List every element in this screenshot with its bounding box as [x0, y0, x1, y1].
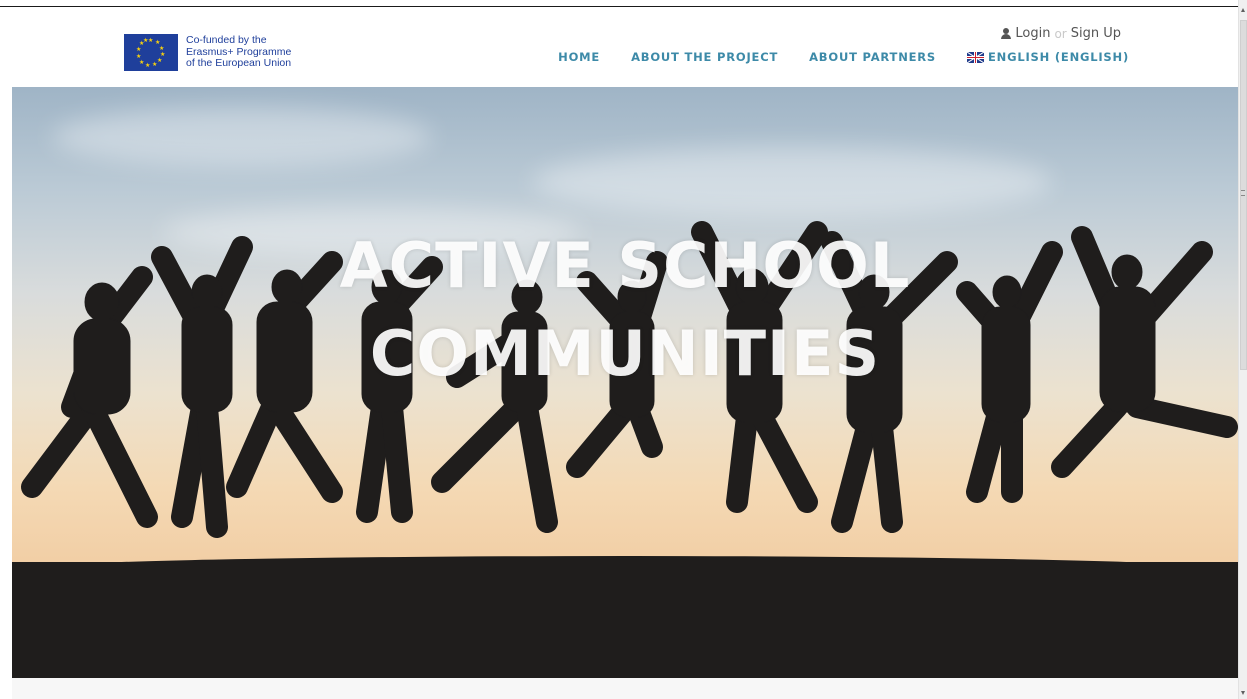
scrollbar-grip-icon — [1241, 190, 1245, 196]
nav-item-label: ABOUT THE PROJECT — [631, 50, 779, 64]
erasmus-logo[interactable]: ★ ★ ★ ★ ★ ★ ★ ★ ★ ★ ★ ★ Co-funded by the… — [124, 34, 291, 71]
uk-flag-icon — [967, 51, 985, 63]
ground — [12, 562, 1238, 678]
nav-item-label: ABOUT PARTNERS — [809, 50, 937, 64]
or-separator: or — [1054, 26, 1067, 41]
auth-links: Login or Sign Up — [1001, 26, 1121, 41]
nav-item-language[interactable]: ENGLISH (ENGLISH) — [967, 50, 1129, 64]
login-link[interactable]: Login — [1015, 26, 1050, 41]
eu-flag-icon: ★ ★ ★ ★ ★ ★ ★ ★ ★ ★ ★ ★ — [124, 34, 178, 71]
logo-line-3: of the European Union — [186, 57, 292, 70]
hero-title-line-2: COMMUNITIES — [369, 317, 881, 390]
nav-item-home[interactable]: HOME — [558, 50, 600, 64]
hero-banner: ACTIVE SCHOOL COMMUNITIES — [12, 87, 1238, 678]
nav-item-label: HOME — [558, 50, 601, 64]
nav-item-about-partners[interactable]: ABOUT PARTNERS — [809, 50, 936, 64]
user-icon — [1001, 28, 1012, 39]
signup-link[interactable]: Sign Up — [1071, 26, 1121, 41]
main-nav: HOME ABOUT THE PROJECT ABOUT PARTNERS EN… — [558, 50, 1129, 64]
nav-item-label: ENGLISH (ENGLISH) — [988, 50, 1129, 64]
scroll-up-icon[interactable] — [1241, 8, 1245, 12]
site-header: ★ ★ ★ ★ ★ ★ ★ ★ ★ ★ ★ ★ Co-funded by the… — [0, 7, 1238, 87]
nav-item-about-project[interactable]: ABOUT THE PROJECT — [631, 50, 778, 64]
hero-title-line-1: ACTIVE SCHOOL — [339, 229, 911, 302]
scroll-down-icon[interactable] — [1241, 691, 1245, 695]
hero-title: ACTIVE SCHOOL COMMUNITIES — [12, 222, 1238, 398]
page-content-start — [12, 678, 1238, 699]
logo-text: Co-funded by the Erasmus+ Programme of t… — [186, 35, 291, 70]
vertical-scrollbar[interactable] — [1238, 0, 1247, 699]
